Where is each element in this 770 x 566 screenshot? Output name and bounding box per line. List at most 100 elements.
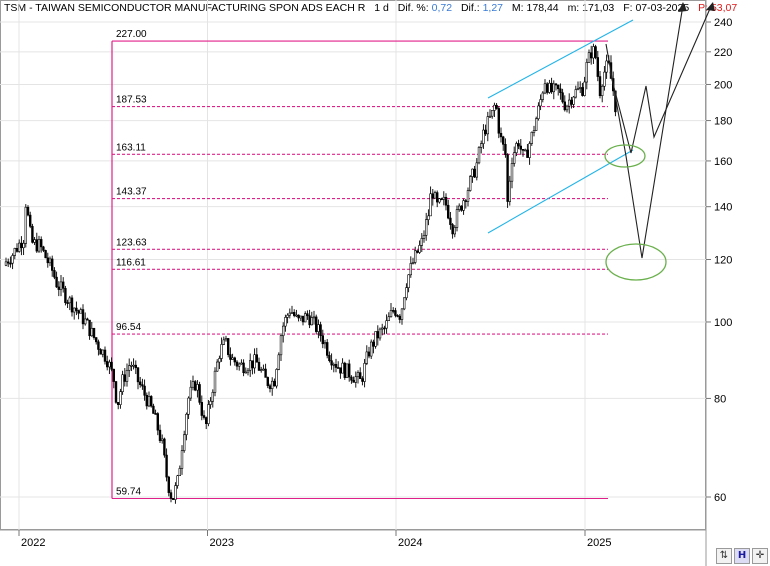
candle-body: [55, 276, 58, 288]
candle-body: [378, 328, 382, 339]
candle-body: [295, 314, 298, 317]
candle-body: [292, 312, 296, 316]
projection-path-up: [609, 3, 713, 154]
y-tick-label: 240: [714, 17, 732, 29]
candle-body: [391, 310, 395, 312]
candle-body: [17, 242, 21, 252]
candle-body: [561, 92, 564, 103]
candle-body: [42, 246, 45, 251]
candle-body: [420, 238, 423, 246]
candle-body: [369, 341, 373, 357]
candle-body: [174, 485, 177, 500]
candle-body: [6, 261, 10, 264]
candle-body: [556, 84, 560, 90]
candle-body: [385, 320, 388, 329]
candle-body: [548, 82, 551, 93]
candle-body: [112, 368, 116, 382]
fib-level-label: 116.61: [116, 257, 146, 268]
candle-body: [244, 371, 247, 374]
candle-body: [189, 386, 192, 399]
candle-body: [589, 52, 593, 59]
candle-body: [570, 99, 573, 105]
candle-body: [33, 239, 36, 243]
candle-body: [253, 354, 256, 369]
candle-body: [103, 349, 107, 362]
y-tick-label: 120: [714, 255, 732, 267]
chart-scale-icon[interactable]: ⇅: [716, 548, 732, 564]
candle-body: [508, 180, 511, 202]
candle-body: [136, 367, 140, 383]
candle-body: [440, 198, 443, 201]
candle-body: [387, 316, 390, 321]
fib-level-label: 163.11: [116, 142, 146, 153]
candle-body: [343, 362, 346, 378]
candle-body: [169, 492, 173, 499]
y-axis-ticks: 60 80 100 120 140 160 180 200 220 240: [706, 17, 732, 504]
fib-level-label: 123.63: [116, 237, 147, 248]
candle-body: [365, 351, 368, 364]
candle-body: [528, 143, 531, 158]
candle-body: [479, 143, 483, 148]
y-tick-label: 60: [714, 492, 726, 504]
candle-body: [328, 355, 331, 361]
candle-body: [222, 339, 225, 345]
candle-body: [363, 363, 366, 382]
candle-body: [39, 239, 43, 248]
y-tick-label: 140: [714, 202, 732, 214]
candle-body: [198, 384, 201, 403]
candle-body: [284, 317, 287, 327]
price-chart[interactable]: 227.00 187.53 163.11 143.37 123.63 116.61 96.5…: [0, 0, 770, 566]
candle-body: [515, 143, 518, 154]
candle-body: [433, 192, 437, 199]
candle-body: [185, 413, 188, 436]
candle-body: [416, 250, 419, 253]
candle-body: [22, 243, 25, 249]
candle-body: [251, 360, 254, 369]
candle-body: [97, 341, 100, 350]
candle-body: [264, 368, 267, 378]
candle-body: [537, 105, 540, 120]
candle-body: [99, 349, 102, 355]
candle-body: [167, 476, 170, 493]
candle-body: [475, 162, 478, 178]
candle-body: [281, 325, 285, 337]
pan-arrows-icon[interactable]: ✛: [752, 548, 768, 564]
candle-body: [84, 318, 87, 325]
candle-body: [468, 176, 472, 191]
candle-body: [585, 62, 589, 83]
candle-body: [273, 380, 276, 387]
candle-body: [576, 88, 580, 90]
candle-body: [213, 370, 217, 393]
candle-body: [530, 131, 534, 144]
candle-body: [581, 87, 584, 96]
projection-arrows[interactable]: [605, 2, 715, 259]
x-axis-ticks: 2022 2023 2024 2025: [18, 530, 611, 549]
candle-body: [396, 315, 399, 317]
candle-body: [504, 144, 507, 155]
candle-body: [400, 308, 404, 320]
candle-body: [275, 369, 278, 387]
y-tick-label: 80: [714, 393, 726, 405]
candle-body: [376, 331, 379, 339]
candle-body: [279, 335, 283, 356]
candle-body: [325, 342, 329, 356]
candle-body: [209, 400, 212, 405]
candle-body: [347, 363, 351, 378]
candle-body: [150, 396, 153, 407]
candle-body: [123, 374, 127, 382]
candle-body: [44, 250, 47, 259]
candle-body: [92, 327, 96, 338]
candle-body: [574, 89, 578, 98]
h-scale-icon[interactable]: H: [734, 548, 750, 564]
candle-body: [350, 376, 353, 381]
candle-body: [526, 149, 529, 158]
candle-body: [519, 145, 523, 150]
candle-body: [110, 361, 113, 370]
candle-body: [66, 302, 69, 304]
candle-body: [464, 200, 467, 202]
candle-body: [583, 81, 586, 96]
candle-body: [442, 196, 445, 200]
candle-body: [75, 307, 78, 311]
candle-body: [413, 250, 417, 263]
candle-body: [172, 498, 175, 500]
